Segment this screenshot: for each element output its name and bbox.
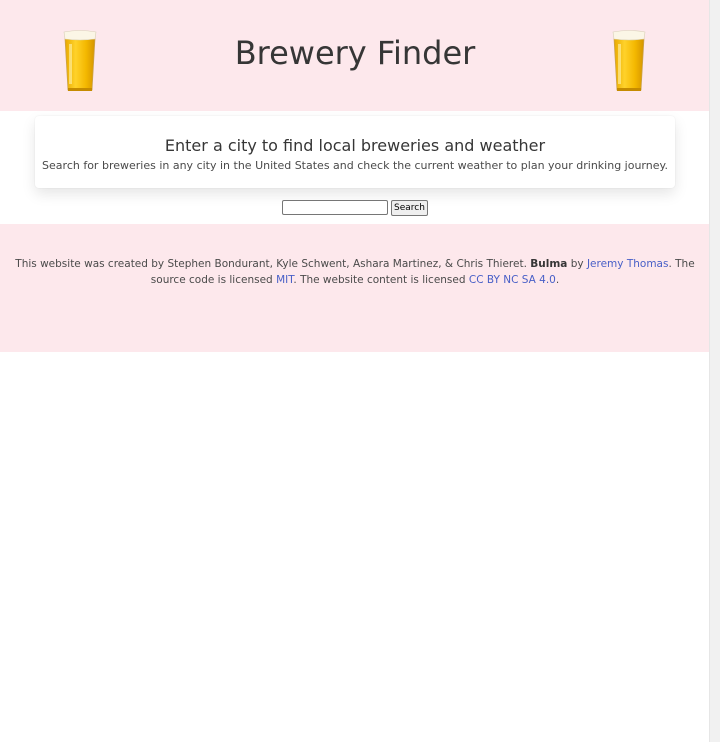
intro-card: Enter a city to find local breweries and… bbox=[35, 116, 675, 188]
footer-credits: This website was created by Stephen Bond… bbox=[12, 256, 698, 288]
search-button[interactable]: Search bbox=[391, 200, 428, 216]
footer-by-text: by bbox=[570, 258, 584, 270]
intro-heading: Enter a city to find local breweries and… bbox=[164, 136, 546, 155]
bulma-brand: Bulma bbox=[530, 258, 568, 270]
vertical-scrollbar[interactable] bbox=[709, 0, 720, 742]
footer: This website was created by Stephen Bond… bbox=[0, 224, 710, 352]
intro-subheading: Search for breweries in any city in the … bbox=[42, 159, 668, 172]
hero-header: Brewery Finder bbox=[0, 0, 710, 111]
page: Brewery Finder Enter a city to find loca… bbox=[0, 0, 710, 742]
city-search-input[interactable] bbox=[282, 200, 388, 215]
footer-content-text: . The website content is licensed bbox=[293, 274, 466, 286]
footer-authors-text: This website was created by Stephen Bond… bbox=[15, 258, 527, 270]
cc-license-link[interactable]: CC BY NC SA 4.0 bbox=[469, 274, 556, 286]
author-link[interactable]: Jeremy Thomas bbox=[587, 258, 669, 270]
footer-end-text: . bbox=[555, 274, 560, 286]
page-title: Brewery Finder bbox=[234, 34, 476, 72]
beer-glass-icon bbox=[612, 30, 646, 91]
mit-license-link[interactable]: MIT bbox=[276, 274, 293, 286]
